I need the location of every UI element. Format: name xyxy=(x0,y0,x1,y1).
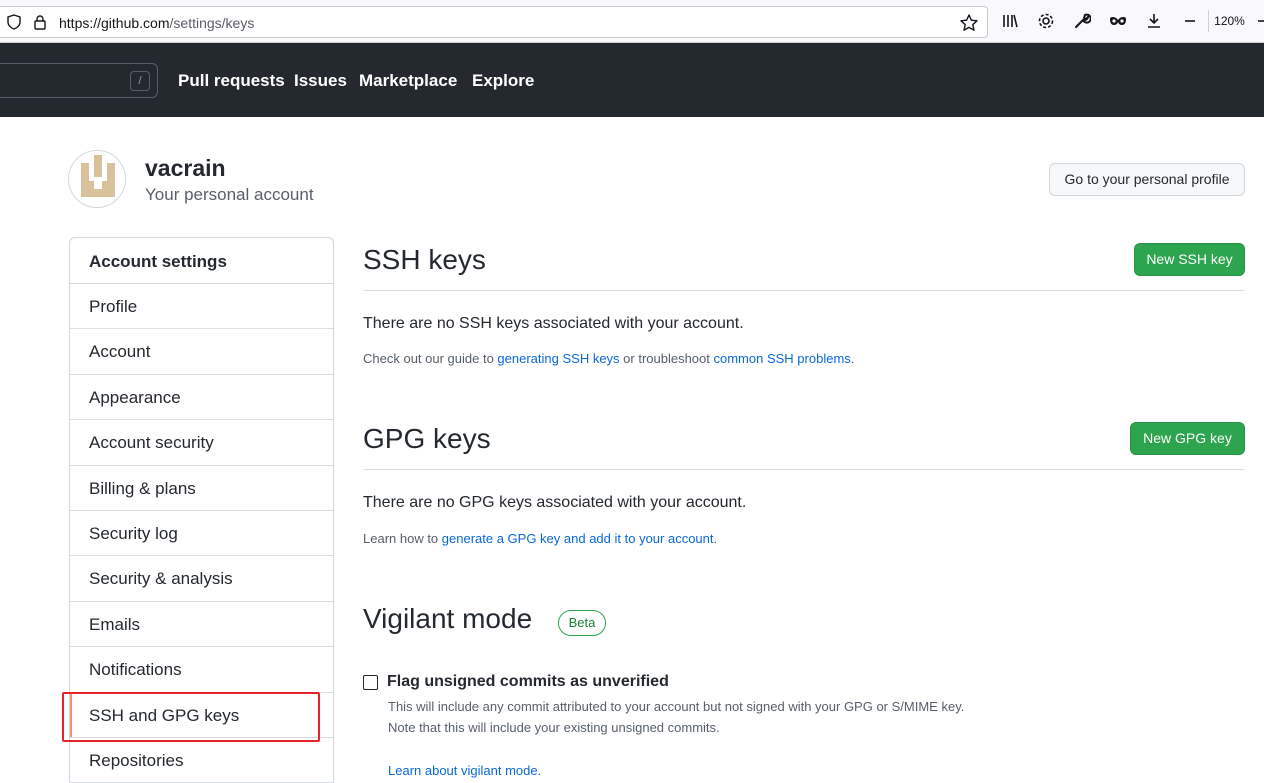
nav-marketplace[interactable]: Marketplace xyxy=(359,71,457,91)
learn-vigilant-mode-link[interactable]: Learn about vigilant mode. xyxy=(388,763,541,778)
ssh-empty-message: There are no SSH keys associated with yo… xyxy=(363,315,744,332)
ssh-note-middle: or troubleshoot xyxy=(619,351,714,366)
ssh-divider xyxy=(363,290,1245,291)
identicon xyxy=(69,151,125,207)
account-subtitle: Your personal account xyxy=(145,185,314,204)
go-to-profile-button[interactable]: Go to your personal profile xyxy=(1049,163,1245,196)
vigilant-mode-title: Vigilant mode xyxy=(363,603,533,634)
new-ssh-key-button[interactable]: New SSH key xyxy=(1134,243,1245,276)
vigilant-description-line2: Note that this will include your existin… xyxy=(388,720,720,735)
avatar[interactable] xyxy=(68,150,126,208)
sidebar-item-emails[interactable]: Emails xyxy=(70,602,333,648)
beta-badge: Beta xyxy=(558,610,606,636)
vigilant-description-line1: This will include any commit attributed … xyxy=(388,699,965,714)
generating-ssh-keys-link[interactable]: generating SSH keys xyxy=(497,351,619,366)
nav-explore[interactable]: Explore xyxy=(472,71,534,91)
sidebar-item-notifications[interactable]: Notifications xyxy=(70,647,333,693)
gpg-divider xyxy=(363,469,1245,470)
flag-unsigned-commits-checkbox[interactable] xyxy=(363,675,378,690)
sidebar-item-billing[interactable]: Billing & plans xyxy=(70,466,333,511)
new-gpg-key-button[interactable]: New GPG key xyxy=(1130,422,1245,455)
sidebar-item-security-log[interactable]: Security log xyxy=(70,511,333,557)
search-input[interactable]: / xyxy=(0,63,158,98)
nav-pull-requests[interactable]: Pull requests xyxy=(178,71,285,91)
plus-icon[interactable] xyxy=(1258,12,1264,30)
flag-unsigned-commits-label[interactable]: Flag unsigned commits as unverified xyxy=(387,673,669,691)
sidebar-item-profile[interactable]: Profile xyxy=(70,284,333,330)
ssh-note-suffix: . xyxy=(850,351,855,366)
url-text[interactable]: https://github.com/settings/keys xyxy=(59,15,254,31)
gpg-keys-title: GPG keys xyxy=(363,423,491,454)
sidebar-item-appearance[interactable]: Appearance xyxy=(70,375,333,421)
sidebar-item-account[interactable]: Account xyxy=(70,329,333,375)
url-path: /settings/keys xyxy=(169,15,255,31)
sidebar-item-repositories[interactable]: Repositories xyxy=(70,738,333,783)
sidebar-item-security-analysis[interactable]: Security & analysis xyxy=(70,556,333,602)
wrench-icon[interactable] xyxy=(1073,12,1091,30)
gear-icon[interactable] xyxy=(1037,12,1055,30)
url-bar[interactable]: https://github.com/settings/keys xyxy=(0,6,988,38)
sidebar-item-account-security[interactable]: Account security xyxy=(70,420,333,466)
nav-issues[interactable]: Issues xyxy=(294,71,347,91)
github-header: / Pull requests Issues Marketplace Explo… xyxy=(0,43,1264,117)
shield-icon[interactable] xyxy=(6,14,22,30)
url-host: https://github.com xyxy=(59,15,170,31)
ssh-help-note: Check out our guide to generating SSH ke… xyxy=(363,351,854,366)
common-ssh-problems-link[interactable]: common SSH problems xyxy=(714,351,851,366)
ssh-keys-title: SSH keys xyxy=(363,244,486,275)
bookmark-star-icon[interactable] xyxy=(959,13,979,33)
library-icon[interactable] xyxy=(1001,12,1019,30)
browser-toolbar: https://github.com/settings/keys 120% xyxy=(0,0,1264,43)
sidebar-heading: Account settings xyxy=(70,238,333,284)
search-shortcut-hint: / xyxy=(130,71,150,91)
ssh-note-prefix: Check out our guide to xyxy=(363,351,498,366)
gpg-note-suffix: . xyxy=(713,531,718,546)
zoom-level[interactable]: 120% xyxy=(1208,10,1250,32)
generate-gpg-key-link[interactable]: generate a GPG key and add it to your ac… xyxy=(442,531,714,546)
minus-icon[interactable] xyxy=(1181,12,1199,30)
lock-icon[interactable] xyxy=(32,14,48,30)
gpg-help-note: Learn how to generate a GPG key and add … xyxy=(363,531,717,546)
gpg-empty-message: There are no GPG keys associated with yo… xyxy=(363,494,747,511)
mask-icon[interactable] xyxy=(1109,12,1127,30)
download-icon[interactable] xyxy=(1145,12,1163,30)
username[interactable]: vacrain xyxy=(145,155,226,182)
gpg-note-prefix: Learn how to xyxy=(363,531,442,546)
annotation-highlight-box xyxy=(62,692,320,742)
